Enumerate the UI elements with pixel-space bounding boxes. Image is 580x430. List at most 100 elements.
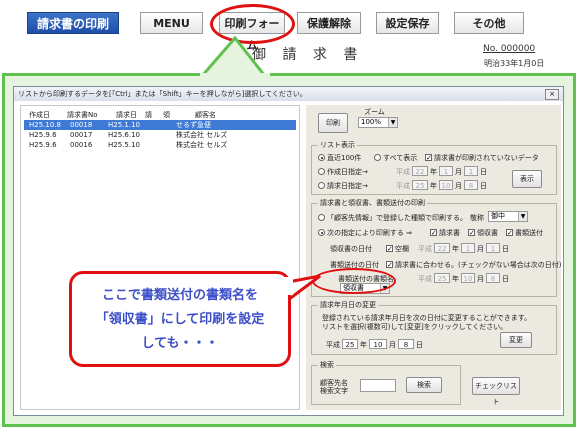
receipt-year-field[interactable]: 22 (434, 243, 450, 253)
print-button[interactable]: 印刷 (318, 113, 348, 133)
customer-info-label: 「顧客先情報」で登録した種類で印刷する。 (327, 214, 467, 222)
receipt-date-label: 領収書の日付 (330, 245, 372, 253)
billed-month-field[interactable]: 10 (439, 180, 453, 190)
radio-all-label: すべて表示 (383, 154, 418, 162)
day-unit: 日 (416, 341, 423, 349)
column-header-receipt-flag: 領 (163, 111, 170, 119)
radio-recent[interactable] (318, 154, 325, 161)
callout-text: ここで書類送付の書類名を 「領収書」にして印刷を設定 しても・・・ (72, 284, 288, 356)
radio-all[interactable] (374, 154, 381, 161)
honorific-select[interactable]: 御中 ▼ (488, 211, 528, 222)
radio-customer-info[interactable] (318, 214, 325, 221)
created-day-field[interactable]: 1 (464, 166, 478, 176)
zoom-select[interactable]: 100% ▼ (358, 117, 398, 128)
check-list-button[interactable]: チェックリスト (472, 377, 520, 406)
receipt-day-field[interactable]: 1 (486, 243, 500, 253)
zoom-value: 100% (361, 118, 382, 126)
list-item[interactable]: H25.10.8 00018 H25.1.10 せるず急便 (24, 120, 296, 130)
search-button[interactable]: 検索 (406, 377, 442, 393)
chevron-down-icon: ▼ (518, 212, 527, 221)
billed-date-label: 請求日指定→ (327, 182, 368, 190)
cell-invoice-no: 00017 (70, 131, 93, 139)
list-item[interactable]: H25.9.6 00017 H25.6.10 株式会社 セルズ (24, 130, 296, 140)
created-month-field[interactable]: 1 (439, 166, 453, 176)
print-invoice-title-button[interactable]: 請求書の印刷 (27, 12, 119, 34)
unlock-button[interactable]: 保護解除 (297, 12, 361, 34)
cover-name-highlight (312, 268, 396, 294)
cover-label: 書類送付 (515, 229, 543, 237)
cell-customer: 株式会社 セルズ (176, 141, 228, 149)
match-invoice-label: 請求書に合わせる。(チェックがない場合は次の日付) (395, 261, 562, 269)
year-unit: 年 (430, 168, 437, 176)
unprinted-checkbox[interactable]: ✓ (425, 154, 432, 162)
cell-customer: せるず急便 (176, 121, 211, 129)
radio-recent-label: 直近100件 (327, 154, 362, 162)
era-label: 平成 (326, 341, 340, 349)
cover-day-field[interactable]: 8 (486, 273, 500, 283)
blank-checkbox[interactable]: ✓ (386, 245, 393, 253)
save-settings-button[interactable]: 設定保存 (376, 12, 439, 34)
year-unit: 年 (452, 275, 459, 283)
cell-billed: H25.5.10 (108, 141, 140, 149)
day-unit: 日 (480, 182, 487, 190)
match-invoice-checkbox[interactable]: ✓ (386, 261, 393, 269)
month-unit: 月 (477, 245, 484, 253)
radio-billed-date[interactable] (318, 182, 325, 189)
cell-invoice-no: 00016 (70, 141, 93, 149)
search-input[interactable] (360, 379, 396, 392)
document-number: No. 000000 (483, 44, 536, 54)
month-unit: 月 (455, 168, 462, 176)
search-label: 検索 (318, 360, 336, 370)
billing-day-field[interactable]: 8 (398, 339, 414, 349)
column-header-billed: 請求日 (116, 111, 137, 119)
billed-day-field[interactable]: 8 (464, 180, 478, 190)
receipt-month-field[interactable]: 1 (461, 243, 475, 253)
billing-year-field[interactable]: 25 (342, 339, 358, 349)
column-header-customer: 顧客名 (195, 111, 216, 119)
month-unit: 月 (389, 341, 396, 349)
callout-tail-cover (283, 277, 293, 295)
cover-month-field[interactable]: 10 (461, 273, 475, 283)
radio-specified[interactable] (318, 229, 325, 236)
era-label: 平成 (396, 168, 410, 176)
invoice-label: 請求書 (439, 229, 460, 237)
cover-year-field[interactable]: 25 (434, 273, 450, 283)
cover-checkbox[interactable]: ✓ (506, 229, 513, 237)
era-label: 平成 (418, 275, 432, 283)
billed-year-field[interactable]: 25 (412, 180, 428, 190)
honorific-label: 敬称 (470, 214, 484, 222)
chevron-down-icon: ▼ (388, 118, 397, 127)
year-unit: 年 (360, 341, 367, 349)
blank-label: 空欄 (395, 245, 409, 253)
list-item[interactable]: H25.9.6 00016 H25.5.10 株式会社 セルズ (24, 140, 296, 150)
close-icon[interactable]: × (545, 89, 559, 100)
settings-pane: 印刷 ズーム 100% ▼ リスト表示 直近100件 すべて表示 ✓ 請求書が印… (306, 105, 561, 410)
callout-line-1: ここで書類送付の書類名を (101, 288, 258, 303)
unprinted-label: 請求書が印刷されていないデータ (434, 154, 539, 162)
created-year-field[interactable]: 22 (412, 166, 428, 176)
billing-desc-2: リストを選択(複数可)して[変更]をクリックしてください。 (322, 323, 508, 331)
cell-billed: H25.1.10 (108, 121, 140, 129)
show-button[interactable]: 表示 (512, 170, 542, 188)
invoice-checkbox[interactable]: ✓ (430, 229, 437, 237)
receipt-checkbox[interactable]: ✓ (468, 229, 475, 237)
dialog-instruction: リストから印刷するデータを[「Ctrl」または「Shift」キーを押しながら]選… (14, 87, 563, 101)
year-unit: 年 (452, 245, 459, 253)
era-label: 平成 (396, 182, 410, 190)
billing-date-label: 請求年月日の変更 (318, 300, 378, 310)
change-button[interactable]: 変更 (500, 332, 532, 348)
cell-customer: 株式会社 セルズ (176, 131, 228, 139)
specified-label: 次の指定により印刷する ⇒ (327, 229, 412, 237)
list-display-label: リスト表示 (318, 140, 357, 150)
day-unit: 日 (502, 245, 509, 253)
menu-button[interactable]: MENU (140, 12, 203, 34)
era-label: 平成 (418, 245, 432, 253)
radio-created-date[interactable] (318, 168, 325, 175)
other-button[interactable]: その他 (454, 12, 524, 34)
year-unit: 年 (430, 182, 437, 190)
zoom-label: ズーム (364, 108, 385, 116)
cell-created: H25.9.6 (29, 141, 57, 149)
billing-date-group: 請求年月日の変更 登録されている請求年月日を次の日付に変更することができます。 … (311, 300, 557, 355)
column-header-invoice-no: 請求書No (67, 111, 98, 119)
billing-month-field[interactable]: 10 (369, 339, 387, 349)
